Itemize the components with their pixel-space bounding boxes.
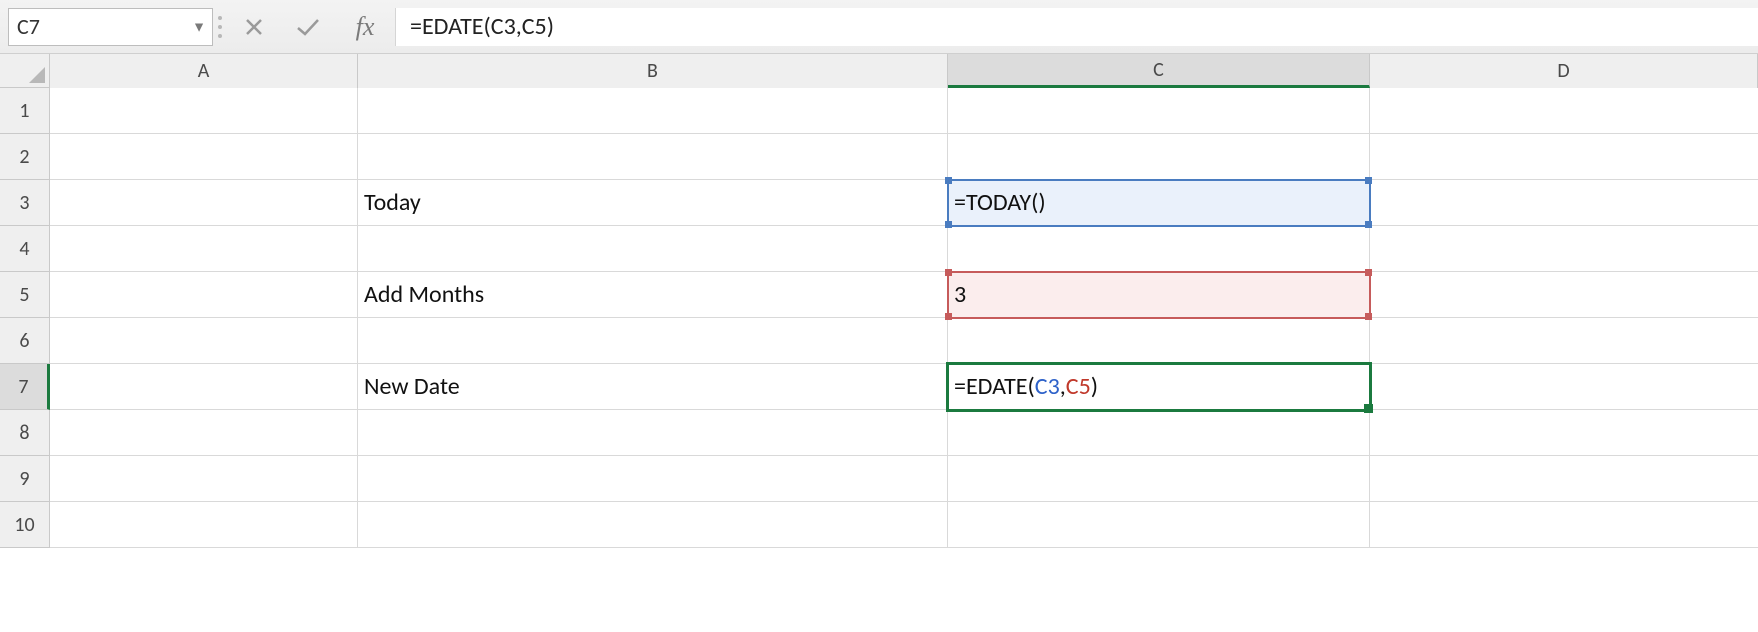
cell-D4[interactable] [1370,226,1758,272]
resize-handle[interactable] [213,8,227,46]
name-box[interactable]: C7 ▼ [8,8,213,46]
cell-A6[interactable] [50,318,358,364]
formula-text: =EDATE(C3,C5) [410,12,554,41]
row-5: 5 Add Months 3 [0,272,1758,318]
cell-C5[interactable]: 3 [948,272,1370,318]
column-header-A[interactable]: A [50,54,358,88]
cell-D7[interactable] [1370,364,1758,410]
cell-A7[interactable] [50,364,358,410]
cell-C2[interactable] [948,134,1370,180]
row-3: 3 Today =TODAY() [0,180,1758,226]
cell-D2[interactable] [1370,134,1758,180]
column-header-D[interactable]: D [1370,54,1758,88]
formula-segment: =EDATE( [954,372,1035,401]
enter-icon[interactable] [281,8,335,46]
fx-icon[interactable]: fx [335,12,395,42]
row-header[interactable]: 10 [0,502,50,548]
cell-B10[interactable] [358,502,948,548]
cell-B7[interactable]: New Date [358,364,948,410]
cell-B5[interactable]: Add Months [358,272,948,318]
cell-A2[interactable] [50,134,358,180]
cell-A4[interactable] [50,226,358,272]
formula-input[interactable]: =EDATE(C3,C5) [395,8,1758,46]
column-header-C[interactable]: C [948,54,1370,88]
cell-D5[interactable] [1370,272,1758,318]
range-handle[interactable] [1365,313,1372,320]
formula-ref-c3: C3 [1035,372,1060,401]
range-handle[interactable] [945,269,952,276]
cell-A10[interactable] [50,502,358,548]
row-header[interactable]: 2 [0,134,50,180]
range-handle[interactable] [1365,221,1372,228]
row-header[interactable]: 4 [0,226,50,272]
cell-C8[interactable] [948,410,1370,456]
row-10: 10 [0,502,1758,548]
row-7: 7 New Date =EDATE(C3,C5) [0,364,1758,410]
select-all-corner[interactable] [0,54,50,88]
range-handle[interactable] [945,221,952,228]
cell-D1[interactable] [1370,88,1758,134]
cell-D8[interactable] [1370,410,1758,456]
cell-D6[interactable] [1370,318,1758,364]
cell-B8[interactable] [358,410,948,456]
cell-value: 3 [954,280,966,309]
row-header[interactable]: 5 [0,272,50,318]
cell-D10[interactable] [1370,502,1758,548]
cell-C1[interactable] [948,88,1370,134]
row-4: 4 [0,226,1758,272]
row-1: 1 [0,88,1758,134]
row-header[interactable]: 7 [0,364,50,410]
column-headers: A B C D [0,54,1758,88]
spreadsheet-grid: A B C D 1 2 3 Today =TODAY() [0,54,1758,632]
cell-C4[interactable] [948,226,1370,272]
row-header[interactable]: 1 [0,88,50,134]
cell-value: =TODAY() [954,188,1046,217]
cell-D3[interactable] [1370,180,1758,226]
cell-C9[interactable] [948,456,1370,502]
range-handle[interactable] [1365,269,1372,276]
cell-B3[interactable]: Today [358,180,948,226]
rows: 1 2 3 Today =TODAY() [0,88,1758,548]
range-handle[interactable] [945,313,952,320]
cell-C7[interactable]: =EDATE(C3,C5) [948,364,1370,410]
cell-B1[interactable] [358,88,948,134]
cell-A3[interactable] [50,180,358,226]
row-2: 2 [0,134,1758,180]
row-header[interactable]: 6 [0,318,50,364]
cell-C3[interactable]: =TODAY() [948,180,1370,226]
name-box-value: C7 [17,13,40,40]
cell-A8[interactable] [50,410,358,456]
range-handle[interactable] [945,177,952,184]
row-header[interactable]: 8 [0,410,50,456]
row-8: 8 [0,410,1758,456]
cell-B2[interactable] [358,134,948,180]
row-6: 6 [0,318,1758,364]
cancel-icon[interactable] [227,8,281,46]
column-header-B[interactable]: B [358,54,948,88]
chevron-down-icon[interactable]: ▼ [192,18,206,35]
formula-ref-c5: C5 [1066,372,1091,401]
cell-A5[interactable] [50,272,358,318]
formula-segment: ) [1091,372,1098,401]
row-9: 9 [0,456,1758,502]
cell-C10[interactable] [948,502,1370,548]
cell-D9[interactable] [1370,456,1758,502]
row-header[interactable]: 9 [0,456,50,502]
formula-bar: C7 ▼ fx =EDATE(C3,C5) [0,0,1758,54]
fill-handle[interactable] [1364,404,1373,413]
cell-B9[interactable] [358,456,948,502]
cell-A1[interactable] [50,88,358,134]
cell-A9[interactable] [50,456,358,502]
range-handle[interactable] [1365,177,1372,184]
cell-B4[interactable] [358,226,948,272]
cell-C6[interactable] [948,318,1370,364]
cell-B6[interactable] [358,318,948,364]
row-header[interactable]: 3 [0,180,50,226]
